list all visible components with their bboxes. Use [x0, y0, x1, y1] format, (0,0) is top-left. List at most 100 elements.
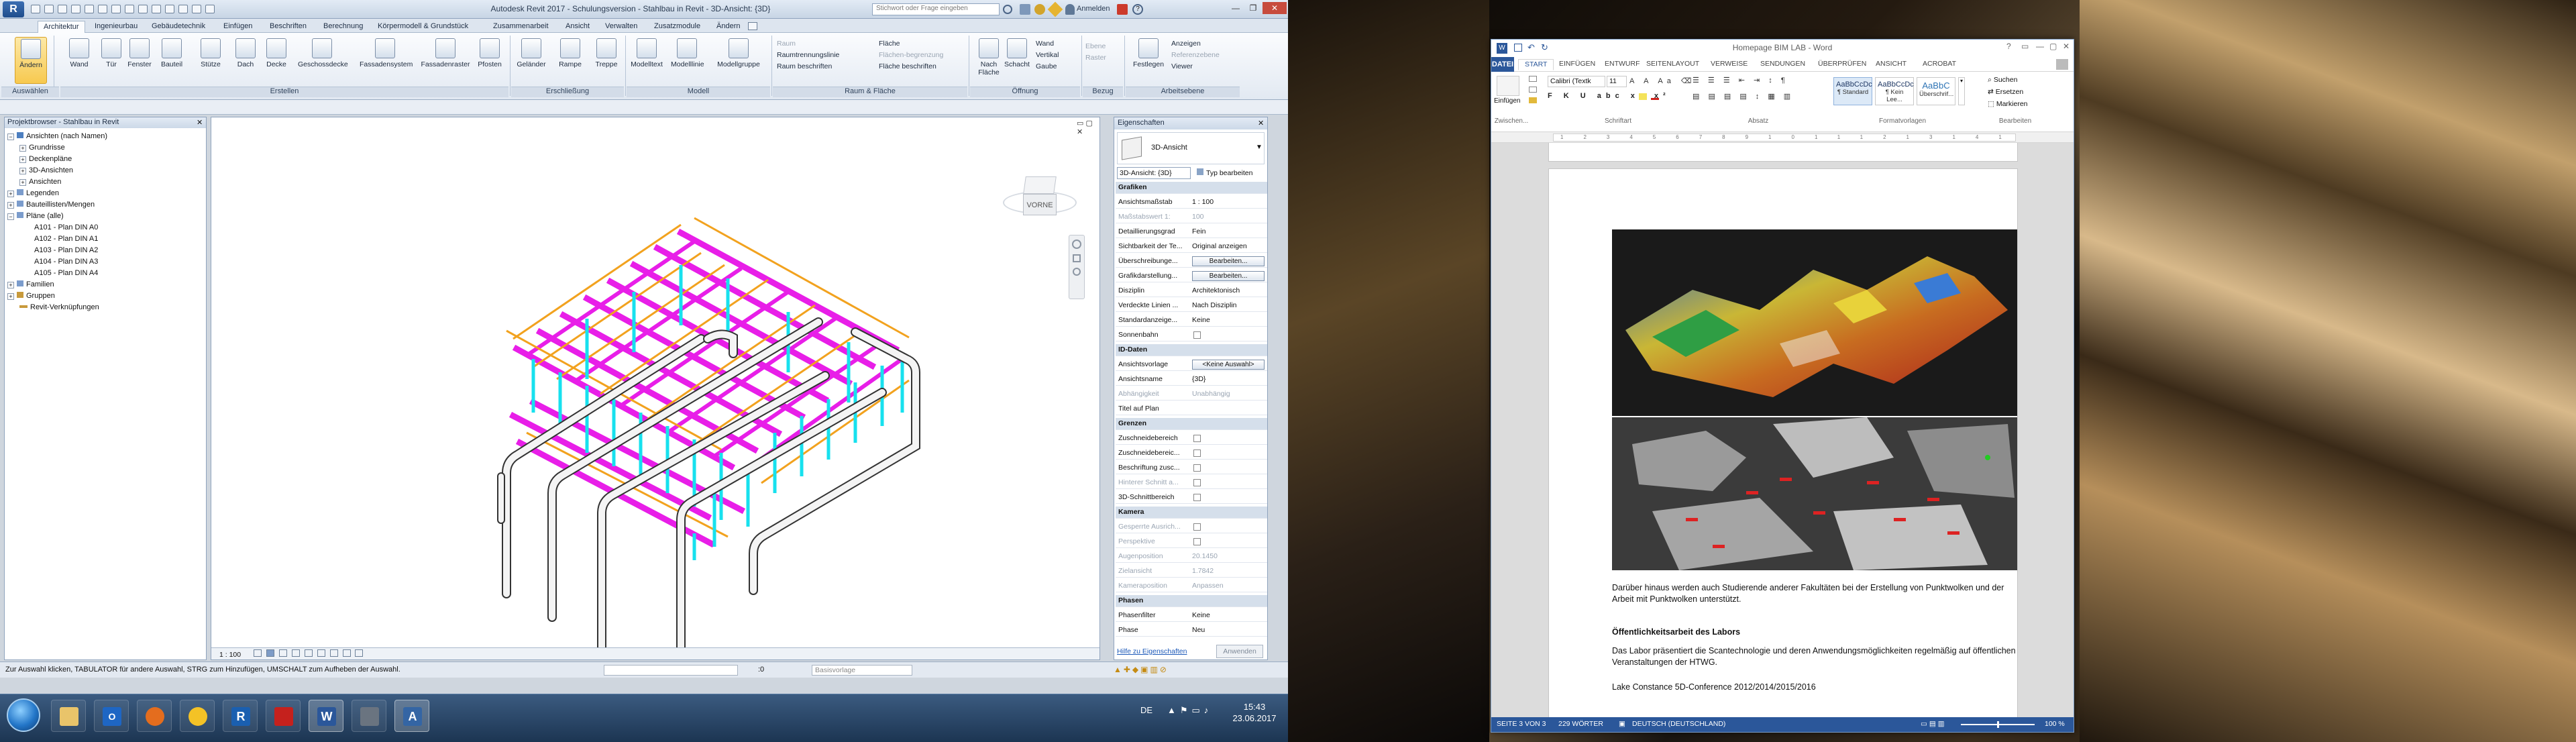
- tree-item[interactable]: + Grundrisse: [7, 142, 202, 154]
- minimize-icon[interactable]: —: [2036, 42, 2044, 51]
- tab-start[interactable]: START: [1518, 59, 1554, 70]
- roof-button[interactable]: Dach: [229, 37, 262, 84]
- reveal-icon[interactable]: [355, 649, 364, 657]
- property-row[interactable]: Zuschneidebereich: [1116, 433, 1267, 445]
- tab-einfuegen[interactable]: Einfügen: [218, 21, 258, 33]
- viewer-button[interactable]: Viewer: [1171, 61, 1245, 72]
- type-selector[interactable]: 3D-Ansicht ▼: [1117, 132, 1265, 164]
- visual-style-icon[interactable]: [266, 649, 274, 657]
- search-icon[interactable]: [1003, 5, 1012, 14]
- panel-label-room-area[interactable]: Raum & Fläche: [773, 87, 967, 97]
- property-value[interactable]: Unabhängig: [1192, 390, 1266, 398]
- open-icon[interactable]: [31, 5, 40, 13]
- apply-button[interactable]: Anwenden: [1216, 645, 1263, 658]
- maximize-icon[interactable]: ▢: [2049, 42, 2057, 51]
- tab-design[interactable]: ENTWURF: [1599, 59, 1646, 70]
- property-value[interactable]: 20.1450: [1192, 552, 1266, 560]
- save-icon[interactable]: [44, 5, 54, 13]
- taskbar-explorer[interactable]: [51, 700, 86, 732]
- select-button[interactable]: ⬚ Markieren: [1988, 100, 2028, 108]
- switch-windows-icon[interactable]: [205, 5, 215, 13]
- railing-button[interactable]: Geländer: [515, 37, 547, 84]
- room-separator-button[interactable]: Raumtrennungslinie: [777, 50, 884, 61]
- close-views-icon[interactable]: [192, 5, 201, 13]
- navigation-bar[interactable]: [1069, 235, 1085, 299]
- grid-button[interactable]: Raster: [1085, 52, 1126, 64]
- curtain-grid-button[interactable]: Fassadenraster: [420, 37, 471, 84]
- area-boundary-button[interactable]: Flächen-begrenzung: [879, 50, 973, 61]
- workset-selector[interactable]: [604, 665, 738, 676]
- design-option-selector[interactable]: Basisvorlage: [812, 665, 912, 676]
- property-row[interactable]: Augenposition 20.1450: [1116, 551, 1267, 563]
- tab-verwalten[interactable]: Verwalten: [600, 21, 643, 33]
- maximize-icon[interactable]: ❐: [1245, 2, 1261, 14]
- font-name-field[interactable]: Calibri (Textk: [1548, 76, 1605, 87]
- measure-icon[interactable]: [111, 5, 121, 13]
- cut-icon[interactable]: [1529, 76, 1537, 82]
- taskbar-chrome[interactable]: [180, 700, 215, 732]
- minimize-icon[interactable]: —: [1228, 2, 1244, 14]
- crop-icon[interactable]: [317, 649, 325, 657]
- tab-gebaeudetechnik[interactable]: Gebäudetechnik: [146, 21, 211, 33]
- style-heading[interactable]: AaBbC Überschrif...: [1917, 77, 1955, 105]
- font-color-icon[interactable]: [1651, 93, 1659, 100]
- tree-item[interactable]: A103 - Plan DIN A2: [7, 245, 202, 256]
- selection-filter-icons[interactable]: ▲✚◆▣▥⊘: [1114, 665, 1169, 674]
- format-painter-icon[interactable]: [1529, 97, 1537, 103]
- property-checkbox[interactable]: [1193, 538, 1201, 545]
- avatar[interactable]: [2056, 59, 2068, 70]
- by-face-button[interactable]: Nach Fläche: [973, 37, 1005, 84]
- model-group-button[interactable]: Modellgruppe: [715, 37, 762, 84]
- styles-scroll[interactable]: ▾: [1958, 77, 1965, 105]
- cube-front-face[interactable]: VORNE: [1023, 194, 1057, 215]
- property-value[interactable]: Neu: [1192, 626, 1266, 634]
- replace-button[interactable]: ⇄ Ersetzen: [1988, 88, 2023, 96]
- model-text-button[interactable]: Modelltext: [631, 37, 663, 84]
- property-row[interactable]: Disziplin Architektonisch: [1116, 285, 1267, 297]
- property-row[interactable]: Gesperrte Ausrich...: [1116, 521, 1267, 533]
- viewcube[interactable]: VORNE: [1003, 171, 1077, 245]
- style-no-spacing[interactable]: AaBbCcDc ¶ Kein Lee...: [1875, 77, 1914, 105]
- word-count[interactable]: 229 WÖRTER: [1558, 720, 1603, 728]
- tree-item[interactable]: A104 - Plan DIN A3: [7, 256, 202, 268]
- clock[interactable]: 15:43 23.06.2017: [1228, 701, 1281, 724]
- tree-item[interactable]: + Familien: [7, 279, 202, 290]
- view-scale[interactable]: 1 : 100: [219, 651, 241, 659]
- ruler[interactable]: 1234567891011121314151617: [1491, 132, 2074, 143]
- user-icon[interactable]: [1065, 4, 1075, 15]
- paste-button[interactable]: Einfügen: [1494, 97, 1520, 105]
- property-row[interactable]: Ansichtsname {3D}: [1116, 374, 1267, 386]
- tree-item[interactable]: − Pläne (alle): [7, 211, 202, 222]
- property-edit-button[interactable]: <Keine Auswahl>: [1192, 360, 1265, 370]
- subscription-icon[interactable]: [1020, 4, 1030, 15]
- property-row[interactable]: Abhängigkeit Unabhängig: [1116, 388, 1267, 401]
- property-value[interactable]: Fein: [1192, 227, 1266, 235]
- shadows-icon[interactable]: [291, 649, 300, 657]
- tab-beschriften[interactable]: Beschriften: [264, 21, 312, 33]
- page-indicator[interactable]: SEITE 3 VON 3: [1497, 720, 1546, 728]
- model-line-button[interactable]: Modelllinie: [671, 37, 704, 84]
- taskbar-settings[interactable]: [352, 700, 386, 732]
- tab-layout[interactable]: SEITENLAYOUT: [1640, 59, 1705, 70]
- property-row[interactable]: Grafikdarstellung... Bearbeiten...: [1116, 270, 1267, 282]
- close-icon[interactable]: ✕: [1258, 119, 1264, 127]
- property-row[interactable]: Hinterer Schnitt a...: [1116, 477, 1267, 489]
- tag-area-button[interactable]: Fläche beschriften: [879, 61, 973, 72]
- property-row[interactable]: Ansichtsvorlage <Keine Auswahl>: [1116, 359, 1267, 371]
- tab-ingenieurbau[interactable]: Ingenieurbau: [89, 21, 143, 33]
- revit-app-button[interactable]: R: [3, 1, 24, 17]
- taskbar-autocad[interactable]: A: [394, 700, 429, 732]
- sync-icon[interactable]: [58, 5, 67, 13]
- property-row[interactable]: Phase Neu: [1116, 625, 1267, 637]
- tree-item[interactable]: + Ansichten: [7, 176, 202, 188]
- ramp-button[interactable]: Rampe: [554, 37, 586, 84]
- dormer-button[interactable]: Gaube: [1036, 61, 1083, 72]
- hide-isolate-icon[interactable]: [342, 649, 351, 657]
- property-value[interactable]: Anpassen: [1192, 582, 1266, 590]
- tab-berechnung[interactable]: Berechnung: [318, 21, 368, 33]
- tree-item[interactable]: + Deckenpläne: [7, 154, 202, 165]
- close-icon[interactable]: ✕: [197, 118, 203, 127]
- window-button[interactable]: Fenster: [123, 37, 156, 84]
- point-cloud-gray-image[interactable]: [1612, 417, 2017, 570]
- autodesk-app-icon[interactable]: [1117, 4, 1128, 15]
